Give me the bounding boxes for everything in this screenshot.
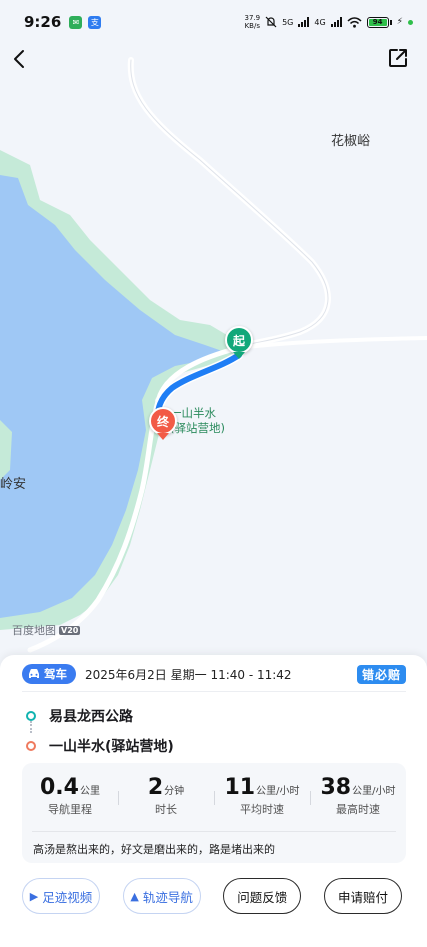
stat-duration-value: 2 [147, 775, 164, 800]
action-buttons: ▶ 足迹视频 ▲ 轨迹导航 问题反馈 申请赔付 [22, 878, 402, 914]
travel-mode-label: 驾车 [44, 667, 67, 681]
track-navigation-button[interactable]: ▲ 轨迹导航 [122, 878, 201, 914]
origin-dot-icon [26, 711, 36, 721]
indicator-dot-icon [408, 19, 413, 25]
play-icon: ▶ [29, 889, 39, 903]
stat-distance-label: 导航里程 [48, 803, 92, 816]
wifi-icon [347, 16, 362, 28]
stat-distance-value: 0.4 [40, 775, 79, 800]
start-marker-tail [233, 352, 245, 359]
place-label-huajiaoyu: 花椒峪 [331, 134, 371, 149]
poi-name-line1: 一山半水 [170, 406, 216, 420]
stat-max-speed: 38公里/小时 最高时速 [310, 775, 406, 817]
poi-name-line2: (驿站营地) [170, 421, 225, 435]
signal-2-icon [330, 17, 342, 27]
net-speed: 37.9 KB/s [244, 14, 260, 30]
route-endpoints: 易县龙西公路 一山半水(驿站营地) [26, 701, 174, 761]
status-bar: 9:26 ✉ 支 37.9 KB/s 5G 4G 94 ⚡ [0, 0, 427, 44]
track-video-button[interactable]: ▶ 足迹视频 [22, 878, 100, 914]
signal-1-icon [298, 17, 310, 27]
claim-guarantee-badge[interactable]: 错必赔 [356, 664, 406, 684]
stat-avg-speed-unit: 公里/小时 [256, 786, 300, 797]
claim-button[interactable]: 申请赔付 [323, 878, 402, 914]
watermark-badge: V20 [59, 625, 81, 635]
navigation-arrow-icon: ▲ [130, 889, 139, 903]
trip-header: 驾车 2025年6月2日 星期一 11:40 - 11:42 错必赔 [22, 662, 406, 686]
stat-distance-unit: 公里 [79, 786, 100, 797]
stat-avg-speed: 11公里/小时 平均时速 [214, 775, 310, 817]
battery-icon: 94 [366, 16, 392, 28]
origin-name: 易县龙西公路 [49, 709, 133, 725]
header-divider [22, 691, 406, 692]
status-time: 9:26 [24, 13, 62, 31]
net-speed-value: 37.9 [244, 14, 261, 22]
stat-max-speed-label: 最高时速 [336, 803, 380, 816]
feedback-button[interactable]: 问题反馈 [223, 878, 302, 914]
destination-dot-icon [26, 741, 36, 751]
back-button[interactable] [12, 46, 34, 72]
map-view[interactable]: 花椒峪 岭安 一山半水 (驿站营地) 起 终 百度地图 V20 [0, 0, 427, 690]
place-label-ling-an: 岭安 [0, 477, 27, 492]
share-external-icon [389, 49, 407, 67]
charging-icon: ⚡ [396, 17, 403, 27]
stats-row: 0.4公里 导航里程 2分钟 时长 11公里/小时 平均时速 38公里/小时 最… [22, 775, 406, 817]
destination-poi-label[interactable]: 一山半水 (驿站营地) [170, 406, 225, 436]
end-marker-tail [157, 433, 169, 440]
stat-max-speed-unit: 公里/小时 [352, 786, 396, 797]
status-indicators: 37.9 KB/s 5G 4G 94 ⚡ [244, 14, 413, 30]
destination-row: 一山半水(驿站营地) [26, 731, 174, 761]
stat-avg-speed-value: 11 [224, 775, 256, 800]
stat-duration-unit: 分钟 [164, 786, 185, 797]
alipay-icon: 支 [88, 15, 102, 29]
trip-stats-panel: 0.4公里 导航里程 2分钟 时长 11公里/小时 平均时速 38公里/小时 最… [22, 763, 406, 863]
car-icon [29, 669, 39, 678]
watermark-text: 百度地图 [12, 624, 56, 637]
stat-duration-label: 时长 [155, 803, 177, 816]
map-watermark: 百度地图 V20 [12, 622, 81, 638]
track-video-label: 足迹视频 [42, 889, 93, 905]
battery-level: 94 [368, 18, 387, 26]
notification-app-icon: ✉ [69, 15, 83, 29]
net-speed-unit: KB/s [244, 22, 260, 30]
stat-distance: 0.4公里 导航里程 [22, 775, 118, 817]
stat-max-speed-value: 38 [320, 775, 352, 800]
track-navigation-label: 轨迹导航 [142, 889, 193, 905]
map-canvas [0, 57, 427, 653]
mute-bell-icon [265, 16, 277, 28]
start-marker[interactable]: 起 [225, 326, 253, 354]
share-button[interactable] [387, 47, 411, 71]
trip-datetime: 2025年6月2日 星期一 11:40 - 11:42 [85, 667, 292, 682]
trip-detail-card: 驾车 2025年6月2日 星期一 11:40 - 11:42 错必赔 易县龙西公… [0, 655, 427, 947]
destination-name: 一山半水(驿站营地) [49, 739, 174, 755]
network-type-1: 5G [282, 17, 294, 27]
travel-mode-badge: 驾车 [22, 664, 76, 684]
origin-row: 易县龙西公路 [26, 701, 174, 731]
stat-avg-speed-label: 平均时速 [240, 803, 284, 816]
stats-divider [32, 831, 396, 832]
network-type-2: 4G [314, 17, 326, 27]
trip-slogan: 高汤是熬出来的，好文是磨出来的，路是堵出来的 [33, 843, 275, 856]
end-marker[interactable]: 终 [149, 407, 177, 435]
chevron-left-icon [14, 50, 24, 68]
route-connector [30, 721, 32, 733]
stat-duration: 2分钟 时长 [118, 775, 214, 817]
